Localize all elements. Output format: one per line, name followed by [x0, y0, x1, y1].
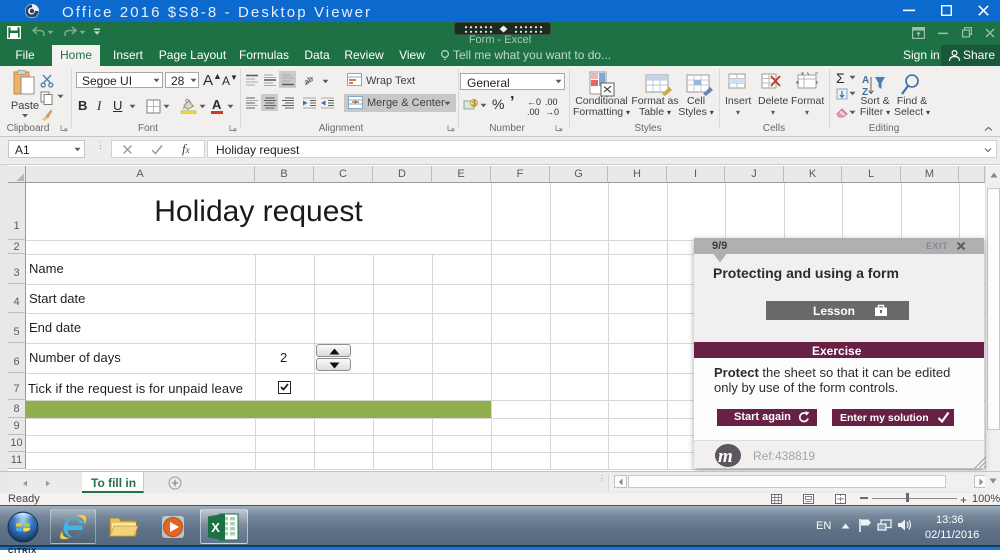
- svg-text:m: m: [718, 446, 733, 467]
- svg-text:A: A: [862, 75, 869, 86]
- svg-text:$: $: [472, 101, 476, 108]
- svg-text:X: X: [211, 520, 220, 535]
- svg-text:ab: ab: [303, 74, 315, 87]
